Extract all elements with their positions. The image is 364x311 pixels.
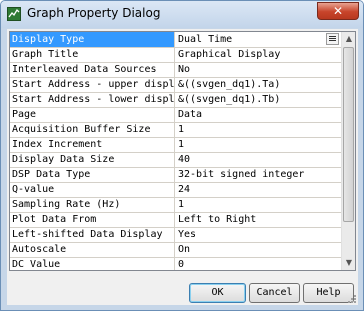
property-row[interactable]: DSP Data Type 32-bit signed integer — [10, 167, 341, 183]
property-value[interactable]: Data — [176, 107, 341, 122]
property-name: Start Address - upper displ — [12, 77, 175, 92]
window-title: Graph Property Dialog — [27, 6, 161, 20]
property-row[interactable]: Acquisition Buffer Size 1 — [10, 122, 341, 138]
property-name: Q-value — [10, 182, 175, 197]
property-row[interactable]: Display Data Size 40 — [10, 152, 341, 168]
property-name: Interleaved Data Sources — [10, 62, 175, 77]
property-name: Plot Data From — [10, 212, 175, 227]
property-row[interactable]: Graph Title Graphical Display — [10, 47, 341, 63]
property-row[interactable]: Interleaved Data Sources No — [10, 62, 341, 78]
dropdown-list-icon[interactable] — [326, 33, 339, 45]
property-value[interactable]: Yes — [176, 227, 341, 242]
property-value[interactable]: &((svgen_dq1).Tb) — [176, 92, 341, 107]
scroll-thumb[interactable] — [343, 47, 354, 222]
property-name: Display Type — [10, 32, 175, 47]
property-row[interactable]: DC Value 0 — [10, 257, 341, 270]
property-row[interactable]: Plot Data From Left to Right — [10, 212, 341, 228]
close-icon: ✕ — [332, 4, 344, 18]
property-name: DC Value — [10, 257, 175, 270]
property-value[interactable]: 1 — [176, 197, 341, 212]
scroll-up-arrow-icon[interactable]: ▲ — [342, 32, 355, 46]
property-value[interactable]: 24 — [176, 182, 341, 197]
property-name: Page — [10, 107, 175, 122]
property-name: Graph Title — [10, 47, 175, 62]
property-name: Sampling Rate (Hz) — [10, 197, 175, 212]
property-row[interactable]: Display Type Dual Time — [10, 32, 341, 48]
ok-button[interactable]: OK — [189, 283, 246, 303]
property-value[interactable]: No — [176, 62, 341, 77]
property-name: Autoscale — [10, 242, 175, 257]
property-row[interactable]: Start Address - lower displ &((svgen_dq1)… — [10, 92, 341, 108]
property-name: Index Increment — [10, 137, 175, 152]
cancel-button[interactable]: Cancel — [249, 283, 300, 303]
graph-app-icon — [7, 7, 21, 21]
property-name: Acquisition Buffer Size — [10, 122, 175, 137]
property-value[interactable]: On — [176, 242, 341, 257]
property-name: Left-shifted Data Display — [10, 227, 175, 242]
property-row[interactable]: Left-shifted Data Display Yes — [10, 227, 341, 243]
property-value[interactable]: Left to Right — [176, 212, 341, 227]
property-row[interactable]: Q-value 24 — [10, 182, 341, 198]
property-name: Start Address - lower displ — [12, 92, 175, 107]
dialog-window: Graph Property Dialog ✕ Display Type Dual… — [0, 0, 364, 311]
property-row[interactable]: Index Increment 1 — [10, 137, 341, 153]
property-value[interactable]: 32-bit signed integer — [176, 167, 341, 182]
property-row[interactable]: Start Address - upper displ &((svgen_dq1)… — [10, 77, 341, 93]
property-name: DSP Data Type — [10, 167, 175, 182]
property-value[interactable]: Graphical Display — [176, 47, 341, 62]
property-grid: Display Type Dual Time Graph Title Graphica… — [9, 31, 356, 271]
title-bar[interactable]: Graph Property Dialog ✕ — [1, 1, 363, 28]
property-value[interactable]: 1 — [176, 137, 341, 152]
property-value[interactable]: Dual Time — [176, 32, 341, 47]
property-value[interactable]: 1 — [176, 122, 341, 137]
property-value[interactable]: 40 — [176, 152, 341, 167]
property-row[interactable]: Page Data — [10, 107, 341, 123]
property-value[interactable]: &((svgen_dq1).Ta) — [176, 77, 341, 92]
dialog-client-area: Display Type Dual Time Graph Title Graphica… — [7, 29, 358, 305]
scroll-down-arrow-icon[interactable]: ▼ — [342, 256, 355, 270]
resize-grip-icon[interactable] — [347, 294, 357, 304]
property-value[interactable]: 0 — [176, 257, 341, 270]
close-button[interactable]: ✕ — [317, 2, 359, 20]
property-name: Display Data Size — [10, 152, 175, 167]
property-row[interactable]: Autoscale On — [10, 242, 341, 258]
vertical-scrollbar[interactable]: ▲ ▼ — [341, 32, 355, 270]
property-row[interactable]: Sampling Rate (Hz) 1 — [10, 197, 341, 213]
